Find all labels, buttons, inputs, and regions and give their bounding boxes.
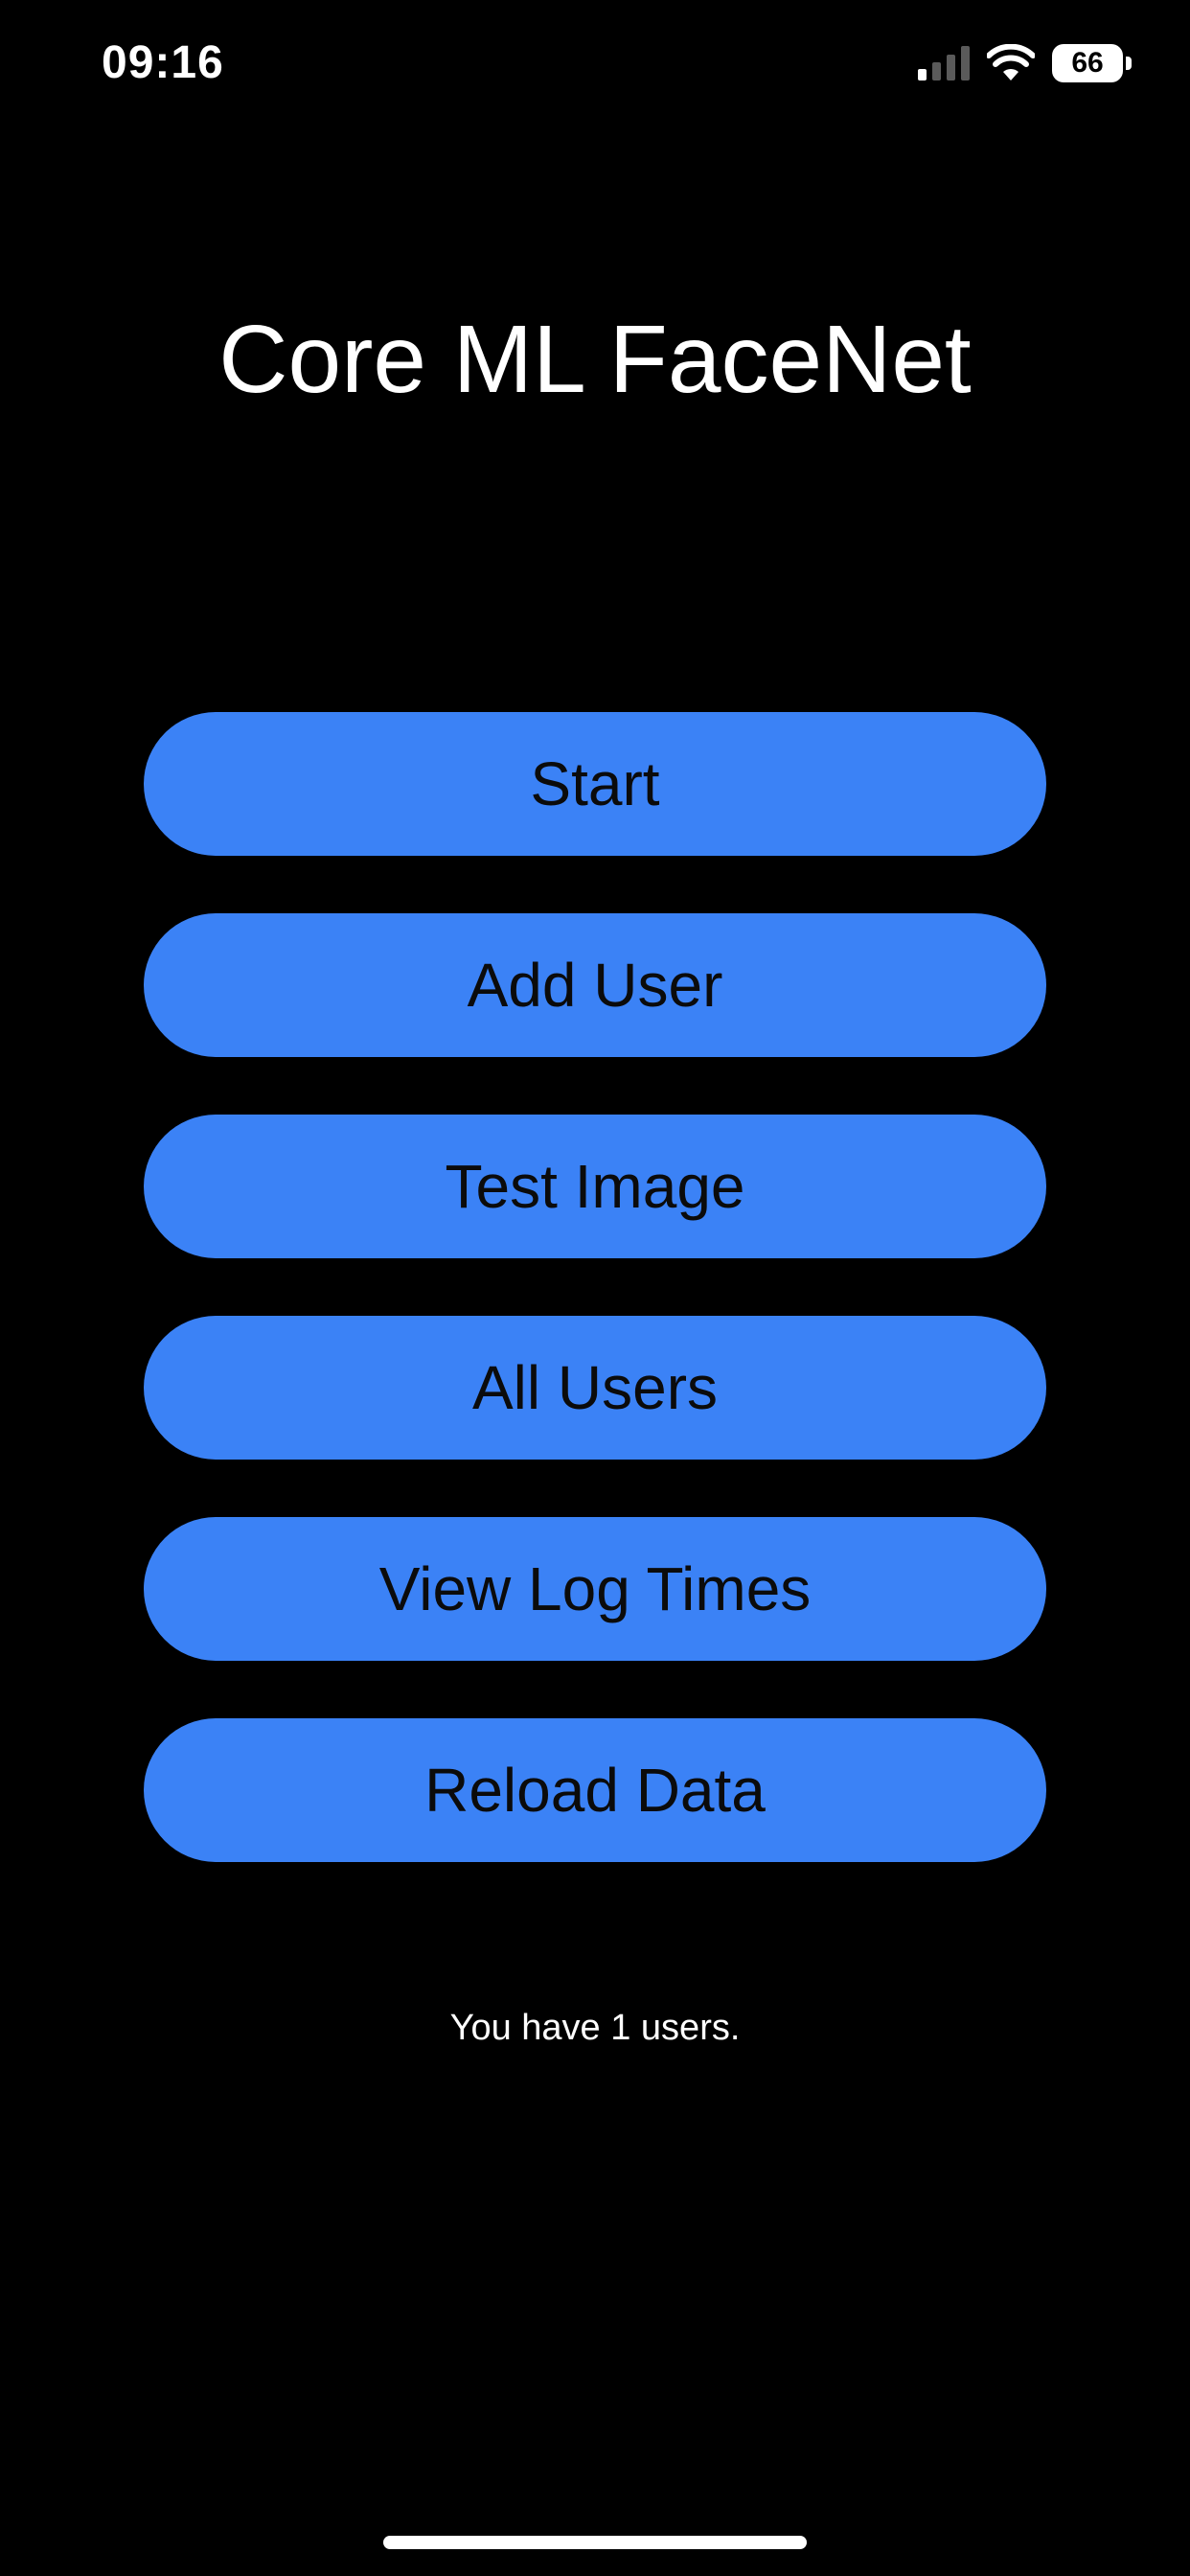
battery-tip bbox=[1126, 57, 1132, 70]
battery-level: 66 bbox=[1052, 44, 1123, 82]
status-bar: 09:16 66 bbox=[0, 0, 1190, 134]
user-count-text: You have 1 users. bbox=[449, 2008, 741, 2048]
reload-data-button[interactable]: Reload Data bbox=[144, 1718, 1046, 1862]
home-indicator[interactable] bbox=[383, 2536, 807, 2549]
app-title: Core ML FaceNet bbox=[218, 306, 972, 413]
menu-buttons: Start Add User Test Image All Users View… bbox=[144, 712, 1046, 1920]
add-user-button[interactable]: Add User bbox=[144, 913, 1046, 1057]
battery-icon: 66 bbox=[1052, 44, 1133, 82]
signal-icon bbox=[918, 46, 970, 80]
test-image-button[interactable]: Test Image bbox=[144, 1115, 1046, 1258]
status-time: 09:16 bbox=[102, 37, 224, 88]
start-button[interactable]: Start bbox=[144, 712, 1046, 856]
view-log-times-button[interactable]: View Log Times bbox=[144, 1517, 1046, 1661]
wifi-icon bbox=[987, 44, 1035, 80]
all-users-button[interactable]: All Users bbox=[144, 1316, 1046, 1460]
